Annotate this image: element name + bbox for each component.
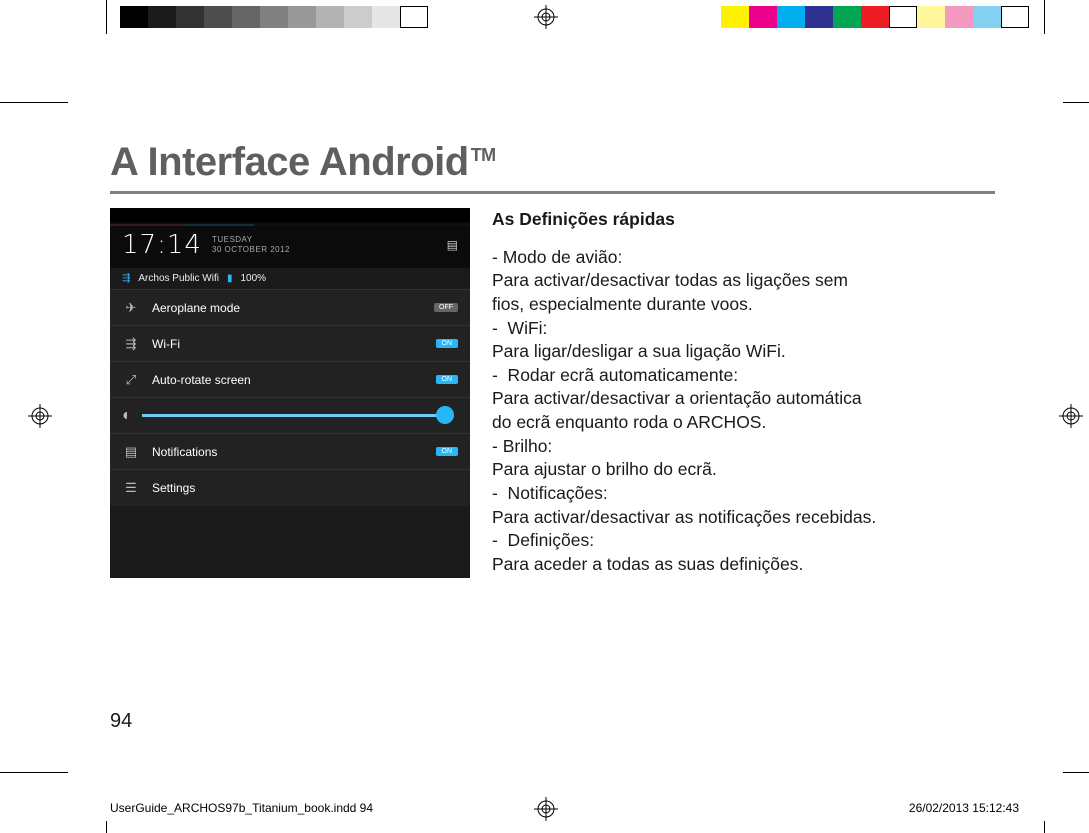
row-label: Settings <box>152 481 195 495</box>
item-desc: Para activar/desactivar todas as ligaçõe… <box>492 269 995 316</box>
page-number: 94 <box>110 710 132 733</box>
row-label: Aeroplane mode <box>152 301 240 315</box>
crop-mark <box>106 0 107 34</box>
item-title: - WiFi: <box>492 317 995 341</box>
row-label: Auto-rotate screen <box>152 373 251 387</box>
android-statusbar <box>110 208 470 222</box>
row-settings[interactable]: ☰ Settings <box>110 470 470 506</box>
brightness-slider[interactable] <box>142 414 454 417</box>
row-notifications[interactable]: ▤ Notifications ON <box>110 434 470 470</box>
definition-list: - Modo de avião:Para activar/desactivar … <box>492 246 995 577</box>
airplane-icon: ✈ <box>122 300 140 316</box>
clock-day: TUESDAY <box>212 235 290 245</box>
notifications-icon: ▤ <box>122 444 140 460</box>
notification-header: 17:14 TUESDAY 30 OCTOBER 2012 ▤ <box>110 222 470 268</box>
section-heading: As Definições rápidas <box>492 208 995 232</box>
crop-mark <box>1044 0 1045 34</box>
footer-timestamp-slug: 26/02/2013 15:12:43 <box>909 801 1019 815</box>
rotate-icon: ⤢ <box>122 372 140 388</box>
brightness-icon: ◐ <box>122 407 132 425</box>
quick-settings-toggle-icon[interactable]: ▤ <box>447 238 458 252</box>
item-desc: Para ajustar o brilho do ecrã. <box>492 458 995 482</box>
trademark-symbol: TM <box>471 145 496 165</box>
wifi-icon: ⇶ <box>122 273 130 284</box>
clock-date: 30 OCTOBER 2012 <box>212 245 290 255</box>
item-title: - Definições: <box>492 529 995 553</box>
crop-mark <box>1063 102 1089 103</box>
printer-color-bar-grayscale <box>120 6 428 28</box>
wifi-network-label: Archos Public Wifi <box>138 273 219 284</box>
toggle-on[interactable]: ON <box>436 447 459 456</box>
text-column: As Definições rápidas - Modo de avião:Pa… <box>492 208 995 578</box>
registration-mark-icon <box>534 5 558 29</box>
footer-filename-slug: UserGuide_ARCHOS97b_Titanium_book.indd 9… <box>110 801 373 815</box>
horizontal-rule <box>110 191 995 194</box>
item-title: - Rodar ecrã automaticamente: <box>492 364 995 388</box>
crop-mark <box>0 772 68 773</box>
item-desc: Para activar/desactivar a orientação aut… <box>492 387 995 434</box>
slider-thumb[interactable] <box>436 406 454 424</box>
screenshot-quick-settings: 17:14 TUESDAY 30 OCTOBER 2012 ▤ ⇶ Archos… <box>110 208 470 578</box>
crop-mark <box>0 102 68 103</box>
decorative <box>110 224 470 226</box>
row-label: Notifications <box>152 445 217 459</box>
item-desc: Para ligar/desligar a sua ligação WiFi. <box>492 340 995 364</box>
crop-mark <box>1063 772 1089 773</box>
registration-mark-icon <box>1059 404 1083 428</box>
item-desc: Para activar/desactivar as notificações … <box>492 506 995 530</box>
row-auto-rotate[interactable]: ⤢ Auto-rotate screen ON <box>110 362 470 398</box>
battery-icon: ▮ <box>227 273 233 284</box>
wifi-icon: ⇶ <box>122 336 140 352</box>
toggle-on[interactable]: ON <box>436 375 459 384</box>
item-title: - Notificações: <box>492 482 995 506</box>
row-label: Wi-Fi <box>152 337 180 351</box>
status-row: ⇶ Archos Public Wifi ▮ 100% <box>110 268 470 290</box>
registration-mark-icon <box>28 404 52 428</box>
crop-mark <box>1044 821 1045 833</box>
clock-time: 17:14 <box>122 230 202 260</box>
page-title: A Interface AndroidTM <box>110 140 995 185</box>
printer-color-bar-color <box>721 6 1029 28</box>
settings-icon: ☰ <box>122 480 140 496</box>
item-title: - Modo de avião: <box>492 246 995 270</box>
registration-mark-icon <box>534 797 558 821</box>
toggle-off[interactable]: OFF <box>434 303 458 312</box>
battery-percent: 100% <box>240 273 266 284</box>
page-title-text: A Interface Android <box>110 140 469 184</box>
row-wifi[interactable]: ⇶ Wi-Fi ON <box>110 326 470 362</box>
crop-mark <box>106 821 107 833</box>
toggle-on[interactable]: ON <box>436 339 459 348</box>
item-title: - Brilho: <box>492 435 995 459</box>
row-brightness[interactable]: ◐ <box>110 398 470 434</box>
row-aeroplane-mode[interactable]: ✈ Aeroplane mode OFF <box>110 290 470 326</box>
item-desc: Para aceder a todas as suas definições. <box>492 553 995 577</box>
